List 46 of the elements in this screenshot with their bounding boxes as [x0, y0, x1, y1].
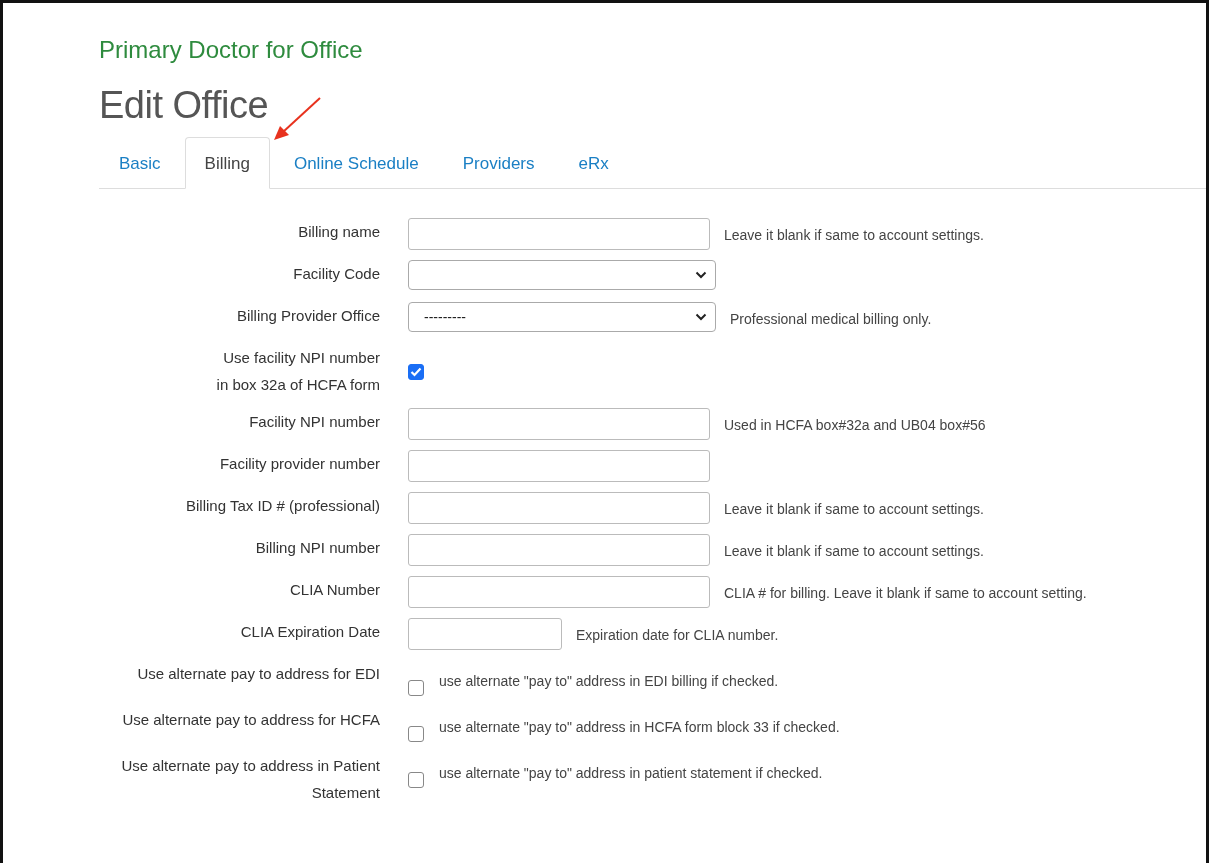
- tab[interactable]: Billing: [184, 137, 270, 189]
- field-label: CLIA Number: [288, 580, 380, 600]
- field-label: Facility provider number: [218, 454, 380, 474]
- field-label: Use alternate pay to address for HCFA: [121, 710, 380, 730]
- field-label: Use alternate pay to address for EDI: [136, 664, 380, 684]
- tab[interactable]: Online Schedule: [273, 137, 439, 189]
- hint-text: Used in HCFA box#32a and UB04 box#56: [724, 416, 986, 434]
- dropdown[interactable]: ---------: [408, 302, 716, 332]
- hint-text: use alternate "pay to" address in patient statement if checked.: [439, 764, 823, 782]
- input-field[interactable]: [408, 534, 710, 566]
- field-label: Billing Provider Office: [235, 306, 380, 326]
- input-field[interactable]: [408, 218, 710, 250]
- tab[interactable]: eRx: [558, 137, 629, 189]
- tab[interactable]: Basic: [99, 137, 181, 189]
- field-label: Facility NPI number: [248, 412, 380, 432]
- checkbox[interactable]: [408, 680, 424, 696]
- checkbox[interactable]: [408, 364, 424, 380]
- page-heading: Edit Office: [99, 83, 269, 128]
- input-field[interactable]: [408, 450, 710, 482]
- annotation-arrow: [271, 95, 323, 143]
- field-label: Facility Code: [292, 264, 380, 284]
- hint-text: Leave it blank if same to account settings.: [724, 500, 984, 518]
- input-field[interactable]: [408, 492, 710, 524]
- checkbox[interactable]: [408, 772, 424, 788]
- tab[interactable]: Providers: [442, 137, 555, 189]
- field-label: Use facility NPI number in box 32a of HCFA form: [215, 348, 380, 395]
- dropdown[interactable]: [408, 260, 716, 290]
- page-title: Primary Doctor for Office: [99, 35, 363, 65]
- hint-text: use alternate "pay to" address in HCFA form block 33 if checked.: [439, 718, 840, 736]
- hint-text: Leave it blank if same to account settings.: [724, 226, 984, 244]
- hint-text: Leave it blank if same to account settings.: [724, 542, 984, 560]
- input-field[interactable]: [408, 408, 710, 440]
- field-label: Billing name: [297, 222, 380, 242]
- field-label: Billing NPI number: [254, 538, 380, 558]
- field-label: Use alternate pay to address in Patient Statement: [120, 756, 380, 803]
- date-field[interactable]: [408, 618, 562, 650]
- chevron-down-icon: [695, 271, 707, 279]
- hint-text: CLIA # for billing. Leave it blank if same to account setting.: [724, 584, 1087, 602]
- field-label: CLIA Expiration Date: [239, 622, 380, 642]
- chevron-down-icon: [695, 313, 707, 321]
- input-field[interactable]: [408, 576, 710, 608]
- checkbox[interactable]: [408, 726, 424, 742]
- hint-text: Professional medical billing only.: [730, 310, 932, 328]
- hint-text: Expiration date for CLIA number.: [576, 626, 779, 644]
- field-label: Billing Tax ID # (professional): [185, 496, 380, 516]
- hint-text: use alternate "pay to" address in EDI billing if checked.: [439, 672, 779, 690]
